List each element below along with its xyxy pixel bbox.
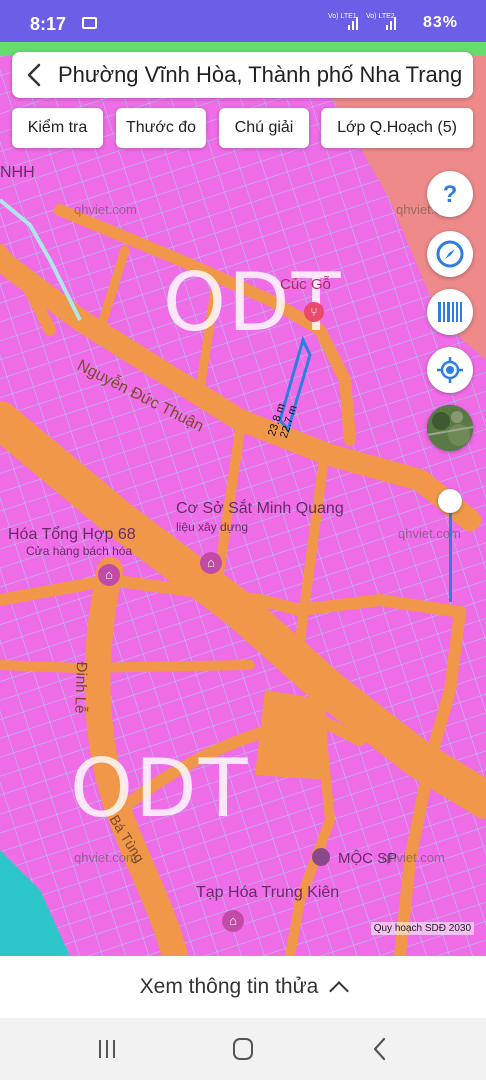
help-button[interactable]: ? [427,171,473,217]
satellite-layer-button[interactable] [427,405,473,451]
poi-sat-minh-quang-label[interactable]: Cơ Sở Sắt Minh Quang [176,500,344,518]
opacity-slider-knob[interactable] [438,489,462,513]
poi-nhh-label: NHH [0,164,35,181]
signal-icon-2 [386,14,400,30]
road-lower-cross [0,660,255,673]
my-location-button[interactable] [427,347,473,393]
battery-level: 83% [422,14,458,31]
back-nav-icon[interactable] [366,1036,396,1062]
help-icon: ? [443,181,458,207]
opacity-slider-track[interactable] [449,500,452,602]
home-icon[interactable] [228,1036,258,1062]
poi-tap-hoa-trung-kien-label[interactable]: Tạp Hóa Trung Kiên [196,884,339,902]
poi-moc-sp-icon[interactable] [312,848,330,866]
watermark-5: qhviet.com [382,850,445,865]
planning-layer-button[interactable]: Lớp Q.Hoạch (5) [321,108,473,148]
zone-label-odt-2: ODT [70,742,250,835]
barcode-icon [438,302,462,322]
parcel-info-sheet[interactable]: Xem thông tin thửa [0,956,486,1018]
satellite-layer-icon [427,405,473,451]
watermark-1: qhviet.com [74,202,137,217]
back-arrow-icon[interactable] [26,63,42,87]
location-title: Phường Vĩnh Hòa, Thành phố Nha Trang [58,62,463,87]
recent-apps-icon[interactable] [92,1036,122,1062]
poi-sat-minh-quang-sub: liệu xây dựng [176,520,249,534]
system-nav-bar [0,1018,486,1080]
orange-block [255,690,330,780]
poi-hoa-tong-hop-sub: Cửa hàng bách hóa [26,544,133,558]
poi-cuc-go-icon[interactable]: ⑂ [304,302,324,322]
my-location-icon [437,357,463,383]
compass-icon [436,240,464,268]
poi-hoa-tong-hop-label[interactable]: Hóa Tổng Hợp 68 [8,526,136,544]
store-icon[interactable]: ⌂ [98,564,120,586]
planning-map[interactable]: ODT ODT Nguyễn Đức Thuận Đinh Lễ Bá Tùng… [0,42,486,956]
check-button[interactable]: Kiểm tra [12,108,103,148]
watermark-4: qhviet.com [74,850,137,865]
cart-icon[interactable]: ⌂ [222,910,244,932]
layer-caption: Quy hoạch SDĐ 2030 [370,922,474,935]
location-bar[interactable]: Phường Vĩnh Hòa, Thành phố Nha Trang [12,52,473,98]
parcel-info-label: Xem thông tin thửa [139,975,319,998]
measure-button[interactable]: Thước đo [116,108,206,148]
signal-icon-1 [348,14,362,30]
status-bar: 8:17 Vo) LTE1 Vo) LTE2 83% [0,0,486,42]
barcode-button[interactable] [427,289,473,335]
status-time: 8:17 [30,14,67,34]
chevron-up-icon[interactable] [329,981,350,1001]
road-label-dinh-le: Đinh Lễ [71,661,90,714]
legend-button[interactable]: Chú giải [219,108,309,148]
compass-button[interactable] [427,231,473,277]
svg-text:?: ? [443,181,458,207]
shop-icon[interactable]: ⌂ [200,552,222,574]
poi-cuc-go-label[interactable]: Cúc Gỗ [280,276,331,293]
gallery-notification-icon [82,17,97,29]
